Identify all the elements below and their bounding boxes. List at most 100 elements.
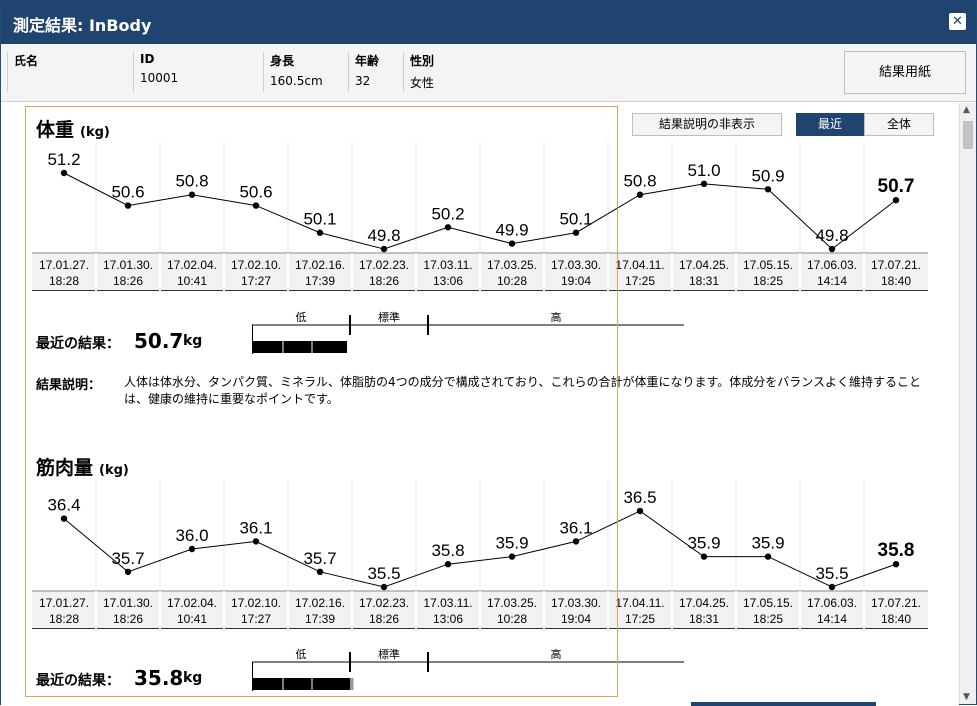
data-label: 50.6	[111, 183, 144, 202]
tick-time-label: 18:26	[369, 612, 399, 626]
data-point	[828, 583, 836, 591]
age-value: 32	[355, 74, 371, 88]
tick-time-label: 18:26	[369, 274, 399, 288]
tick-time-label: 18:28	[49, 274, 79, 288]
data-point	[124, 202, 132, 209]
data-point	[188, 191, 196, 198]
tick-date-label: 17.06.03.	[807, 258, 857, 272]
weight-description-text: 人体は体水分、タンパク質、ミネラル、体脂肪の4つの成分で構成されており、これらの…	[124, 375, 922, 406]
data-label: 50.6	[239, 183, 272, 202]
data-point	[316, 229, 324, 236]
sex-label: 性別	[410, 54, 435, 68]
profile-height: 身長 160.5cm	[263, 52, 345, 92]
data-point	[252, 538, 260, 545]
weight-description-label: 結果説明：	[36, 378, 102, 393]
tick-date-label: 17.02.16.	[295, 596, 345, 610]
data-label: 35.7	[111, 549, 144, 568]
muscle-title: 筋肉量 (kg)	[36, 453, 129, 480]
tick-date-label: 17.03.30.	[551, 258, 601, 272]
muscle-chart: 36.4 17.01.27. 18:28 35.7 17.01.30. 18:26 36.0…	[32, 481, 928, 629]
data-label: 50.8	[175, 172, 208, 191]
data-label: 35.9	[751, 534, 784, 553]
vertical-scrollbar[interactable]: ▲ ▼	[959, 103, 976, 704]
tick-date-label: 17.02.16.	[295, 258, 345, 272]
tick-date-label: 17.02.10.	[231, 596, 281, 610]
scroll-thumb[interactable]	[963, 121, 973, 149]
id-value: 10001	[140, 71, 179, 85]
tick-time-label: 13:06	[433, 274, 463, 288]
scroll-down-icon[interactable]: ▼	[963, 692, 970, 702]
data-point	[380, 245, 388, 253]
data-label: 35.7	[303, 549, 336, 568]
data-point	[124, 568, 132, 575]
height-label: 身長	[270, 54, 295, 68]
tick-date-label: 17.03.25.	[487, 596, 537, 610]
data-point	[700, 180, 708, 188]
tick-time-label: 18:26	[113, 612, 143, 626]
weight-title: 体重 (kg)	[36, 115, 110, 142]
age-label: 年齢	[355, 54, 380, 68]
data-label: 36.1	[559, 518, 592, 537]
weight-unit: (kg)	[80, 125, 110, 140]
weight-title-text: 体重	[36, 119, 75, 141]
tick-time-label: 17:27	[241, 612, 271, 626]
muscle-recent-unit: kg	[183, 670, 203, 686]
results-content: 結果説明の非表示 最近 全体 体重 (kg) 51.2 17.01.27. 18:28…	[1, 103, 959, 706]
tick-time-label: 18:40	[881, 612, 911, 626]
scroll-up-icon[interactable]: ▲	[963, 105, 970, 115]
data-point	[60, 515, 68, 522]
tick-date-label: 17.02.10.	[231, 258, 281, 272]
title-bar: 測定結果: InBody ✕	[1, 1, 976, 44]
data-label: 49.8	[815, 226, 848, 245]
muscle-recent-value: 35.8	[134, 666, 184, 690]
range-recent-button[interactable]: 最近	[796, 113, 864, 136]
tick-date-label: 17.06.03.	[807, 596, 857, 610]
data-point	[572, 229, 580, 236]
data-label: 51.0	[687, 161, 720, 180]
data-label: 50.2	[431, 204, 464, 223]
close-icon[interactable]: ✕	[949, 13, 966, 30]
weight-recent-unit: kg	[183, 333, 203, 349]
weight-gauge: 低 標準 高	[252, 310, 684, 354]
data-point	[892, 196, 900, 204]
gauge-high-label: 高	[551, 647, 562, 661]
data-label: 36.4	[47, 496, 80, 515]
profile-name: 氏名	[7, 52, 135, 92]
data-point	[380, 583, 388, 591]
tick-date-label: 17.01.27.	[39, 258, 89, 272]
data-label: 49.8	[367, 226, 400, 245]
tick-date-label: 17.03.11.	[423, 258, 472, 272]
tick-date-label: 17.07.21.	[871, 596, 921, 610]
data-point	[572, 538, 580, 545]
data-point	[700, 553, 708, 560]
tick-time-label: 17:39	[305, 612, 335, 626]
tick-time-label: 17:39	[305, 274, 335, 288]
tick-time-label: 10:28	[497, 612, 527, 626]
tick-time-label: 18:25	[753, 274, 783, 288]
data-point	[188, 545, 196, 553]
tick-date-label: 17.02.04.	[167, 258, 217, 272]
tick-date-label: 17.01.30.	[103, 258, 153, 272]
data-label: 50.7	[878, 176, 915, 197]
hide-description-button[interactable]: 結果説明の非表示	[632, 113, 782, 136]
data-label: 35.5	[815, 564, 848, 583]
tick-time-label: 14:14	[817, 274, 847, 288]
tick-date-label: 17.02.04.	[167, 596, 217, 610]
gauge-standard-label: 標準	[378, 310, 400, 324]
range-all-button[interactable]: 全体	[864, 113, 934, 136]
muscle-unit: (kg)	[99, 463, 129, 478]
data-point	[508, 240, 516, 247]
tick-date-label: 17.01.27.	[39, 596, 89, 610]
tick-date-label: 17.07.21.	[871, 258, 921, 272]
weight-recent-value: 50.7	[134, 329, 184, 353]
data-point	[764, 186, 772, 193]
profile-age: 年齢 32	[348, 52, 403, 92]
result-paper-button[interactable]: 結果用紙	[844, 51, 966, 94]
data-point	[828, 245, 836, 253]
tick-time-label: 18:31	[689, 274, 719, 288]
sex-value: 女性	[410, 76, 435, 90]
data-point	[252, 202, 260, 209]
muscle-title-text: 筋肉量	[36, 457, 94, 479]
tick-date-label: 17.02.23.	[359, 258, 409, 272]
window-title: 測定結果: InBody	[13, 16, 152, 35]
